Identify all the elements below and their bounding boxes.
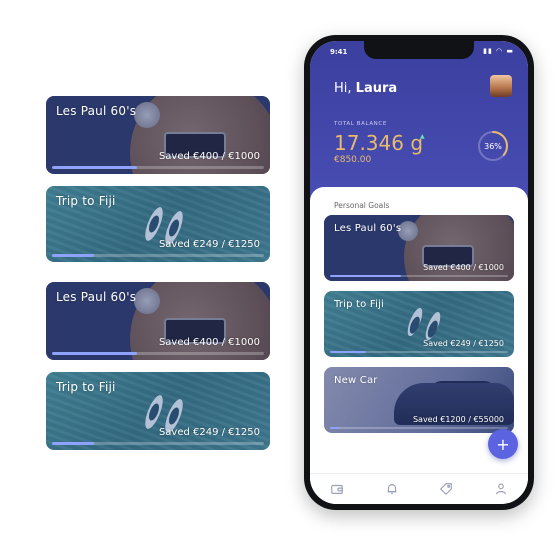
goal-card-guitar[interactable]: Les Paul 60's Saved €400 / €1000 [46,282,270,360]
status-icons: ▮▮ ◠ ▬ [483,47,514,55]
goal-saved-amount: Saved €249 / €1250 [423,339,504,348]
goal-progress-track [330,275,508,277]
wallet-icon[interactable] [329,481,345,497]
goals-panel: Personal Goals Les Paul 60's Saved €400 … [310,187,528,504]
trend-up-icon: ▲ [420,133,425,140]
goal-progress-fill [52,254,95,257]
phone-screen: 9:41 ▮▮ ◠ ▬ Hi, Laura TOTAL BALANCE 17.3… [310,41,528,504]
goal-card-fiji[interactable]: Trip to Fiji Saved €249 / €1250 [46,186,270,262]
user-name: Laura [355,81,398,96]
phone-notch [364,41,474,59]
bottom-nav [310,473,528,504]
balance-subamount: €850.00 [334,155,372,165]
goal-title: Trip to Fiji [56,380,116,394]
goal-card-fiji[interactable]: Trip to Fiji Saved €249 / €1250 [46,372,270,450]
goal-progress-fill [330,427,339,429]
goal-progress-fill [330,275,402,277]
goal-saved-amount: Saved €400 / €1000 [158,337,260,348]
status-time: 9:41 [330,48,348,56]
goal-progress-track [330,351,508,353]
goal-title: Trip to Fiji [56,194,116,208]
goal-title: Les Paul 60's [334,223,402,234]
goal-title: New Car [334,375,378,386]
goal-saved-amount: Saved €400 / €1000 [158,151,260,162]
goal-progress-track [52,254,264,257]
bell-icon[interactable] [384,481,400,497]
tag-icon[interactable] [438,481,454,497]
goal-saved-amount: Saved €1200 / €55000 [412,415,504,424]
personal-goals-label: Personal Goals [334,201,390,210]
goal-progress-track [52,166,264,169]
goal-saved-amount: Saved €249 / €1250 [158,239,260,250]
avatar[interactable] [490,75,512,97]
goal-card-guitar[interactable]: Les Paul 60's Saved €400 / €1000 [324,215,514,281]
progress-ring-label: 36% [484,141,502,151]
total-balance-label: TOTAL BALANCE [334,121,387,127]
user-icon[interactable] [493,481,509,497]
phone-mockup: 9:41 ▮▮ ◠ ▬ Hi, Laura TOTAL BALANCE 17.3… [304,35,534,510]
goal-progress-fill [52,166,137,169]
goal-saved-amount: Saved €400 / €1000 [423,263,504,272]
goal-card-guitar[interactable]: Les Paul 60's Saved €400 / €1000 [46,96,270,174]
goal-progress-track [52,352,264,355]
greeting: Hi, Laura [334,81,398,96]
goal-progress-fill [52,352,137,355]
goal-progress-track [52,442,264,445]
goal-title: Les Paul 60's [56,104,137,118]
add-goal-button[interactable]: + [488,429,518,459]
goal-saved-amount: Saved €249 / €1250 [158,427,260,438]
goal-progress-track [330,427,508,429]
total-balance-amount: 17.346 g [334,131,424,155]
goal-title: Les Paul 60's [56,290,137,304]
goal-title: Trip to Fiji [334,299,385,310]
goal-card-car[interactable]: New Car Saved €1200 / €55000 [324,367,514,433]
goal-progress-fill [330,351,366,353]
goal-card-fiji[interactable]: Trip to Fiji Saved €249 / €1250 [324,291,514,357]
goal-progress-fill [52,442,95,445]
